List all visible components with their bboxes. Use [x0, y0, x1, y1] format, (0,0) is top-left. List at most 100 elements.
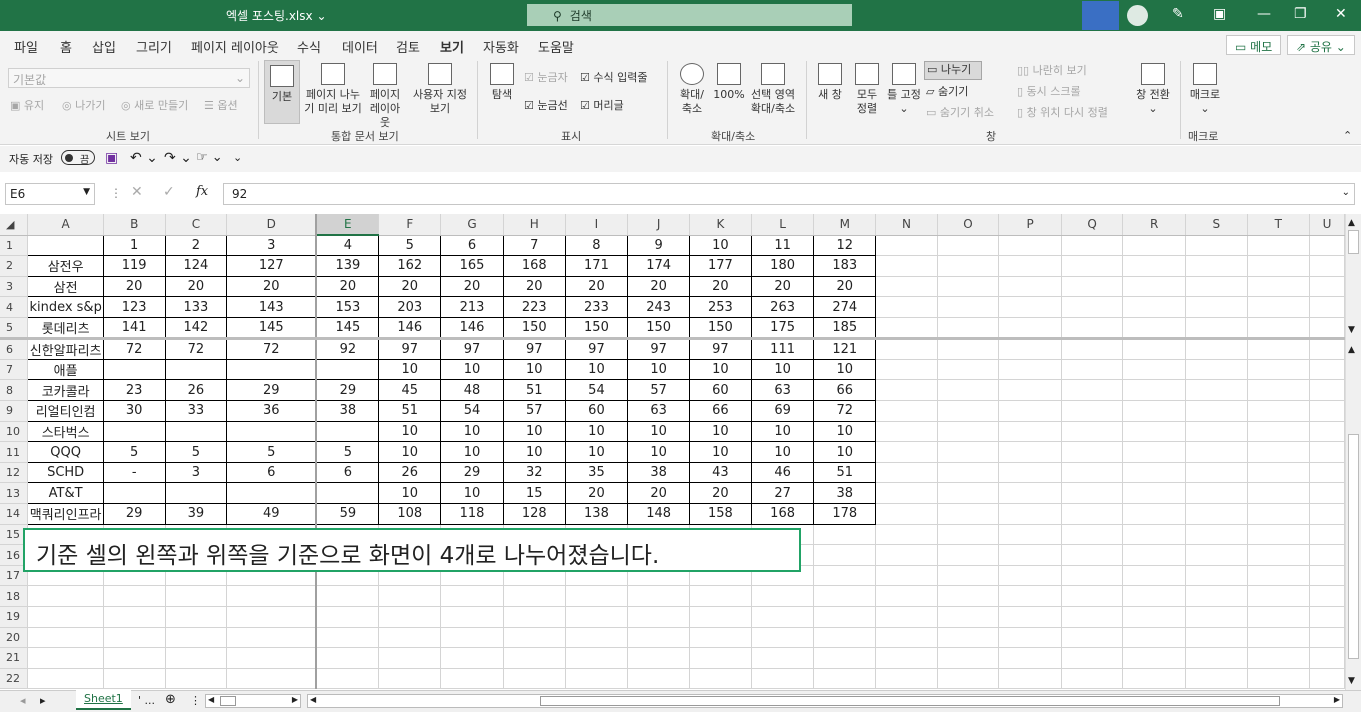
tab-splitter[interactable]: ⋮	[190, 694, 201, 707]
cell[interactable]	[316, 585, 380, 607]
page-break-preview-button[interactable]: 페이지 나누기 미리 보기	[303, 63, 363, 116]
cell[interactable]: 20	[689, 482, 752, 505]
column-header[interactable]: S	[1185, 214, 1248, 236]
split-button[interactable]: ▭ 나누기	[924, 61, 982, 80]
cell[interactable]: 29	[103, 503, 166, 525]
scroll-down-icon[interactable]: ▼	[1348, 325, 1355, 335]
cell[interactable]	[998, 627, 1062, 649]
expand-formula-bar-icon[interactable]: ⌄	[1342, 187, 1350, 198]
cell[interactable]: 38	[627, 462, 691, 484]
cell[interactable]: 10	[503, 441, 566, 463]
ribbon-display-icon[interactable]: ▣	[1213, 6, 1226, 22]
cell[interactable]	[1309, 317, 1345, 340]
cell[interactable]: 108	[378, 503, 442, 525]
cell[interactable]	[226, 647, 318, 669]
cell[interactable]: 20	[689, 276, 752, 298]
cell[interactable]	[689, 606, 752, 628]
column-header[interactable]: N	[875, 214, 938, 236]
cell[interactable]: 153	[316, 296, 380, 318]
cell[interactable]: 20	[165, 276, 228, 298]
row-header[interactable]: 19	[0, 606, 29, 628]
scroll-thumb-left[interactable]	[220, 696, 236, 706]
cell[interactable]	[998, 379, 1062, 402]
cell[interactable]: QQQ	[27, 441, 104, 463]
cell[interactable]: 92	[315, 337, 380, 360]
tab-data[interactable]: 데이터	[342, 37, 378, 56]
cell[interactable]	[937, 421, 1000, 443]
cell[interactable]	[627, 585, 691, 607]
cell[interactable]: 10	[627, 421, 691, 443]
cell[interactable]: 10	[378, 482, 442, 505]
cell[interactable]	[937, 296, 1000, 318]
cell[interactable]: 274	[813, 296, 877, 318]
cell[interactable]	[998, 338, 1062, 360]
cell[interactable]	[1185, 235, 1248, 257]
cell[interactable]	[998, 482, 1062, 505]
cell[interactable]	[226, 627, 318, 649]
row-header[interactable]: 7	[0, 359, 29, 381]
cell[interactable]: 97	[565, 338, 629, 360]
customize-qat-icon[interactable]: ⌄	[233, 151, 242, 164]
cell[interactable]	[998, 524, 1062, 546]
cell[interactable]: 139	[316, 255, 380, 277]
cell[interactable]	[1122, 524, 1186, 546]
cell[interactable]	[937, 338, 1000, 360]
row-header[interactable]: 18	[0, 585, 29, 607]
cell[interactable]: 150	[627, 317, 691, 340]
cell[interactable]	[1185, 668, 1248, 690]
cell[interactable]	[937, 255, 1000, 277]
cell[interactable]: 150	[565, 317, 629, 340]
cell[interactable]: 롯데리츠	[27, 317, 104, 340]
cell[interactable]	[1309, 503, 1345, 525]
cell[interactable]: 142	[165, 317, 228, 340]
cell[interactable]	[1185, 482, 1248, 505]
cell[interactable]	[937, 647, 1000, 669]
cell[interactable]	[1247, 359, 1311, 381]
cell[interactable]	[1061, 296, 1124, 318]
cell[interactable]: 97	[503, 338, 566, 360]
cell[interactable]: 8	[565, 235, 629, 257]
cell[interactable]: 23	[103, 379, 166, 402]
cell[interactable]: 121	[813, 338, 877, 360]
cell[interactable]: 97	[378, 338, 442, 360]
normal-view-button[interactable]: 기본	[264, 60, 300, 124]
cell[interactable]: 신한알파리츠	[27, 338, 104, 360]
row-header[interactable]: 3	[0, 276, 29, 298]
cell[interactable]: 5	[316, 441, 380, 463]
scroll-up-icon[interactable]: ▲	[1348, 218, 1355, 228]
cell[interactable]	[1185, 379, 1248, 402]
cell[interactable]: 119	[103, 255, 166, 277]
cell[interactable]	[226, 606, 318, 628]
cell[interactable]	[565, 627, 629, 649]
cell[interactable]: 삼전	[27, 276, 104, 298]
cell[interactable]	[503, 668, 566, 690]
cell[interactable]	[1185, 317, 1248, 340]
cell[interactable]: 43	[689, 462, 752, 484]
cell[interactable]: 10	[440, 482, 504, 505]
cell[interactable]	[316, 482, 380, 505]
cell[interactable]: 223	[503, 296, 566, 318]
cell[interactable]: 10	[378, 421, 442, 443]
cell[interactable]	[1061, 606, 1124, 628]
cell[interactable]: 123	[103, 296, 166, 318]
pen-icon[interactable]: ✎	[1172, 6, 1184, 22]
cell[interactable]	[1122, 544, 1186, 566]
cell[interactable]	[440, 606, 504, 628]
cell[interactable]	[103, 627, 166, 649]
cell[interactable]	[1247, 235, 1311, 257]
cell[interactable]	[565, 585, 629, 607]
name-box-dropdown-icon[interactable]: ▼	[83, 187, 90, 197]
cell[interactable]	[1309, 606, 1345, 628]
cell[interactable]: 10	[751, 359, 815, 381]
cell[interactable]: 33	[165, 400, 228, 422]
cell[interactable]	[937, 585, 1000, 607]
cell[interactable]	[937, 317, 1000, 340]
cell[interactable]: 69	[751, 400, 815, 422]
cell[interactable]: 66	[813, 379, 877, 402]
save-icon[interactable]: ▣	[105, 150, 118, 166]
cell[interactable]	[1061, 276, 1124, 298]
cell[interactable]	[1185, 647, 1248, 669]
cell[interactable]: 9	[627, 235, 691, 257]
cell[interactable]	[937, 482, 1000, 505]
scroll-left-icon[interactable]: ◀	[208, 695, 214, 704]
